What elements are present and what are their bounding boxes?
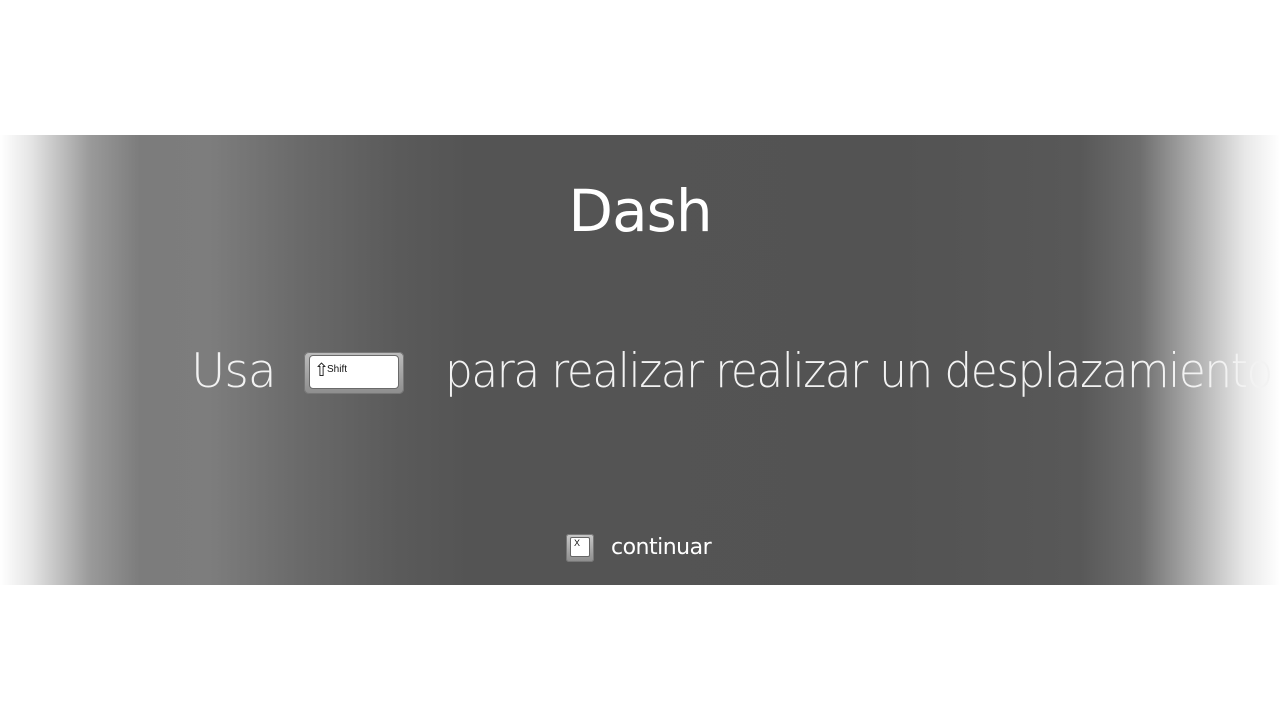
instruction-suffix: para realizar realizar un desplazamiento bbox=[445, 344, 1273, 399]
tutorial-screen: Dash Usa ⇧ Shift para realizar realizar … bbox=[0, 0, 1280, 720]
instruction-row: Usa ⇧ Shift para realizar realizar un de… bbox=[0, 340, 1280, 404]
tutorial-title: Dash bbox=[568, 177, 712, 245]
x-button-icon: X bbox=[566, 534, 594, 562]
shift-key-face: ⇧ Shift bbox=[309, 355, 399, 389]
x-key-label: X bbox=[574, 538, 581, 548]
instruction-prefix: Usa bbox=[191, 344, 277, 399]
shift-key-label: Shift bbox=[327, 364, 348, 375]
continue-button[interactable]: X continuar bbox=[566, 532, 726, 564]
shift-key-icon: ⇧ Shift bbox=[304, 352, 404, 394]
x-key-face: X bbox=[570, 537, 590, 557]
continue-label: continuar bbox=[611, 535, 712, 560]
